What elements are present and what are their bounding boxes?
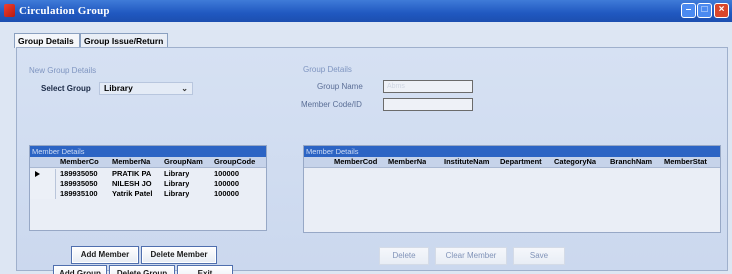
app-icon [4,4,15,17]
select-group-label: Select Group [41,84,91,93]
member-grid-left: Member Details MemberCo MemberNa GroupNa… [29,145,267,231]
window-title: Circulation Group [19,5,110,17]
column-header[interactable]: CategoryNa [554,157,596,167]
table-cell[interactable]: Library [164,179,189,189]
column-header[interactable]: InstituteNam [444,157,489,167]
clear-member-button[interactable]: Clear Member [435,247,507,265]
add-member-button[interactable]: Add Member [71,246,139,264]
group-name-label: Group Name [317,82,363,91]
table-cell[interactable]: PRATIK PA [112,169,162,179]
column-header[interactable]: MemberStat [664,157,707,167]
member-code-label: Member Code/ID [301,100,362,109]
row-selector[interactable] [30,169,56,179]
column-header[interactable]: MemberNa [388,157,426,167]
table-cell[interactable]: 100000 [214,169,239,179]
member-grid-left-title: Member Details [30,146,266,157]
table-cell[interactable]: Yatrik Patel [112,189,162,199]
table-cell[interactable]: 189935050 [60,179,98,189]
select-group-dropdown[interactable]: Library ⌄ [99,82,193,95]
column-header[interactable]: Department [500,157,542,167]
column-header[interactable]: GroupCode [214,157,255,167]
current-row-arrow-icon [35,171,40,177]
row-selector[interactable] [30,189,56,199]
table-cell[interactable]: Library [164,169,189,179]
save-button[interactable]: Save [513,247,565,265]
group-name-field[interactable]: Abms [383,80,473,93]
column-header[interactable]: BranchNam [610,157,652,167]
member-grid-right-header: MemberCod MemberNa InstituteNam Departme… [304,157,720,168]
member-grid-right-title: Member Details [304,146,720,157]
close-button[interactable]: × [714,3,729,18]
tab-group-issue-return[interactable]: Group Issue/Return [80,33,168,47]
delete-button[interactable]: Delete [379,247,429,265]
group-details-panel: New Group Details Select Group Library ⌄… [16,47,728,274]
title-bar: Circulation Group – □ × [0,0,732,22]
exit-button[interactable]: Exit [177,265,233,274]
table-cell[interactable]: Library [164,189,189,199]
row-selector[interactable] [30,179,56,189]
minimize-button[interactable]: – [681,3,696,18]
member-code-field[interactable] [383,98,473,111]
table-cell[interactable]: 100000 [214,179,239,189]
column-header[interactable]: MemberNa [112,157,162,167]
table-cell[interactable]: 189935050 [60,169,98,179]
group-details-section-label: Group Details [303,65,352,74]
column-header[interactable]: MemberCod [334,157,377,167]
window-body: Group Details Group Issue/Return New Gro… [0,22,732,274]
column-header[interactable]: GroupNam [164,157,203,167]
add-group-button[interactable]: Add Group [53,265,107,274]
member-grid-left-header: MemberCo MemberNa GroupNam GroupCode [30,157,266,168]
maximize-button[interactable]: □ [697,3,712,18]
select-group-value: Library [104,83,133,93]
table-cell[interactable]: NILESH JO [112,179,162,189]
chevron-down-icon: ⌄ [181,84,188,93]
delete-member-button[interactable]: Delete Member [141,246,217,264]
tab-group-details[interactable]: Group Details [14,33,80,48]
table-cell[interactable]: 189935100 [60,189,98,199]
new-group-section-label: New Group Details [29,66,97,75]
table-cell[interactable]: 100000 [214,189,239,199]
column-header[interactable]: MemberCo [60,157,99,167]
member-grid-right: Member Details MemberCod MemberNa Instit… [303,145,721,233]
delete-group-button[interactable]: Delete Group [109,265,175,274]
